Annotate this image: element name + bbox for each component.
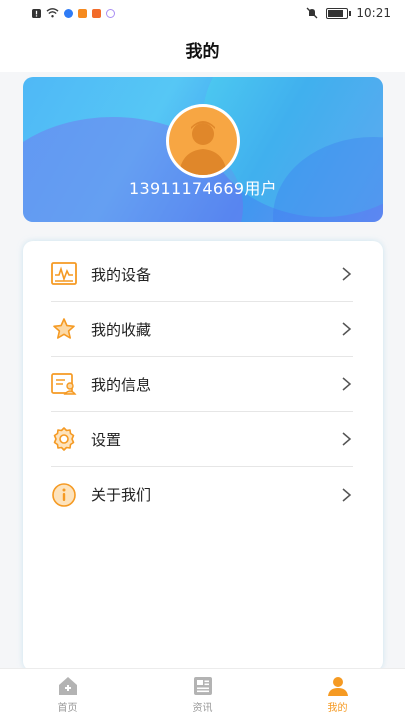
chevron-right-icon	[342, 267, 352, 281]
status-icons-right: 10:21	[306, 6, 391, 20]
status-bar: 10:21	[0, 0, 405, 26]
menu-item-label: 我的收藏	[91, 320, 152, 339]
menu-item-label: 我的信息	[91, 375, 152, 394]
chevron-right-icon	[342, 432, 352, 446]
username: 13911174669用户	[129, 179, 277, 198]
gear-icon	[51, 426, 77, 452]
user-avatar-icon	[169, 107, 237, 175]
battery-icon	[326, 7, 352, 19]
info-icon	[51, 482, 77, 508]
tab-profile[interactable]: 我的	[270, 669, 405, 720]
star-icon	[51, 316, 77, 342]
menu-card: 我的设备 我的收藏 我的信息 设置 关于我们	[23, 241, 383, 671]
chevron-right-icon	[342, 487, 352, 502]
menu-item-my-devices[interactable]: 我的设备	[51, 247, 353, 302]
menu-item-label: 我的设备	[91, 265, 152, 284]
menu-item-my-info[interactable]: 我的信息	[51, 357, 353, 412]
chevron-right-icon	[342, 377, 352, 391]
tab-label: 我的	[327, 703, 348, 714]
menu-item-my-favorites[interactable]: 我的收藏	[51, 302, 353, 357]
app-icon-ring	[106, 8, 115, 18]
news-icon	[193, 677, 212, 695]
tab-home[interactable]: 首页	[0, 669, 135, 720]
app-icon-blue	[64, 8, 73, 18]
tab-news[interactable]: 资讯	[135, 669, 270, 720]
device-monitor-icon	[51, 261, 77, 287]
alert-icon	[32, 8, 41, 18]
nav-header: 我的	[0, 26, 405, 72]
page-title: 我的	[185, 41, 220, 62]
profile-card: 13911174669用户	[23, 77, 383, 222]
avatar[interactable]	[166, 104, 240, 178]
tab-bar: 首页 资讯 我的	[0, 668, 405, 720]
tab-label: 资讯	[192, 703, 213, 714]
menu-item-label: 关于我们	[91, 486, 152, 504]
app-icon-bubble	[92, 8, 101, 18]
profile-icon	[327, 677, 348, 696]
status-icons-left	[32, 8, 115, 18]
menu-item-label: 设置	[91, 430, 122, 449]
wifi-icon	[46, 8, 59, 18]
menu-item-about-us[interactable]: 关于我们	[51, 467, 353, 522]
home-icon	[58, 677, 77, 695]
tab-label: 首页	[57, 703, 78, 714]
status-time: 10:21	[356, 6, 391, 20]
menu-item-settings[interactable]: 设置	[51, 412, 353, 467]
mute-icon	[306, 7, 318, 19]
chevron-right-icon	[342, 322, 352, 336]
app-icon-orange	[78, 8, 87, 18]
id-card-icon	[51, 371, 77, 397]
